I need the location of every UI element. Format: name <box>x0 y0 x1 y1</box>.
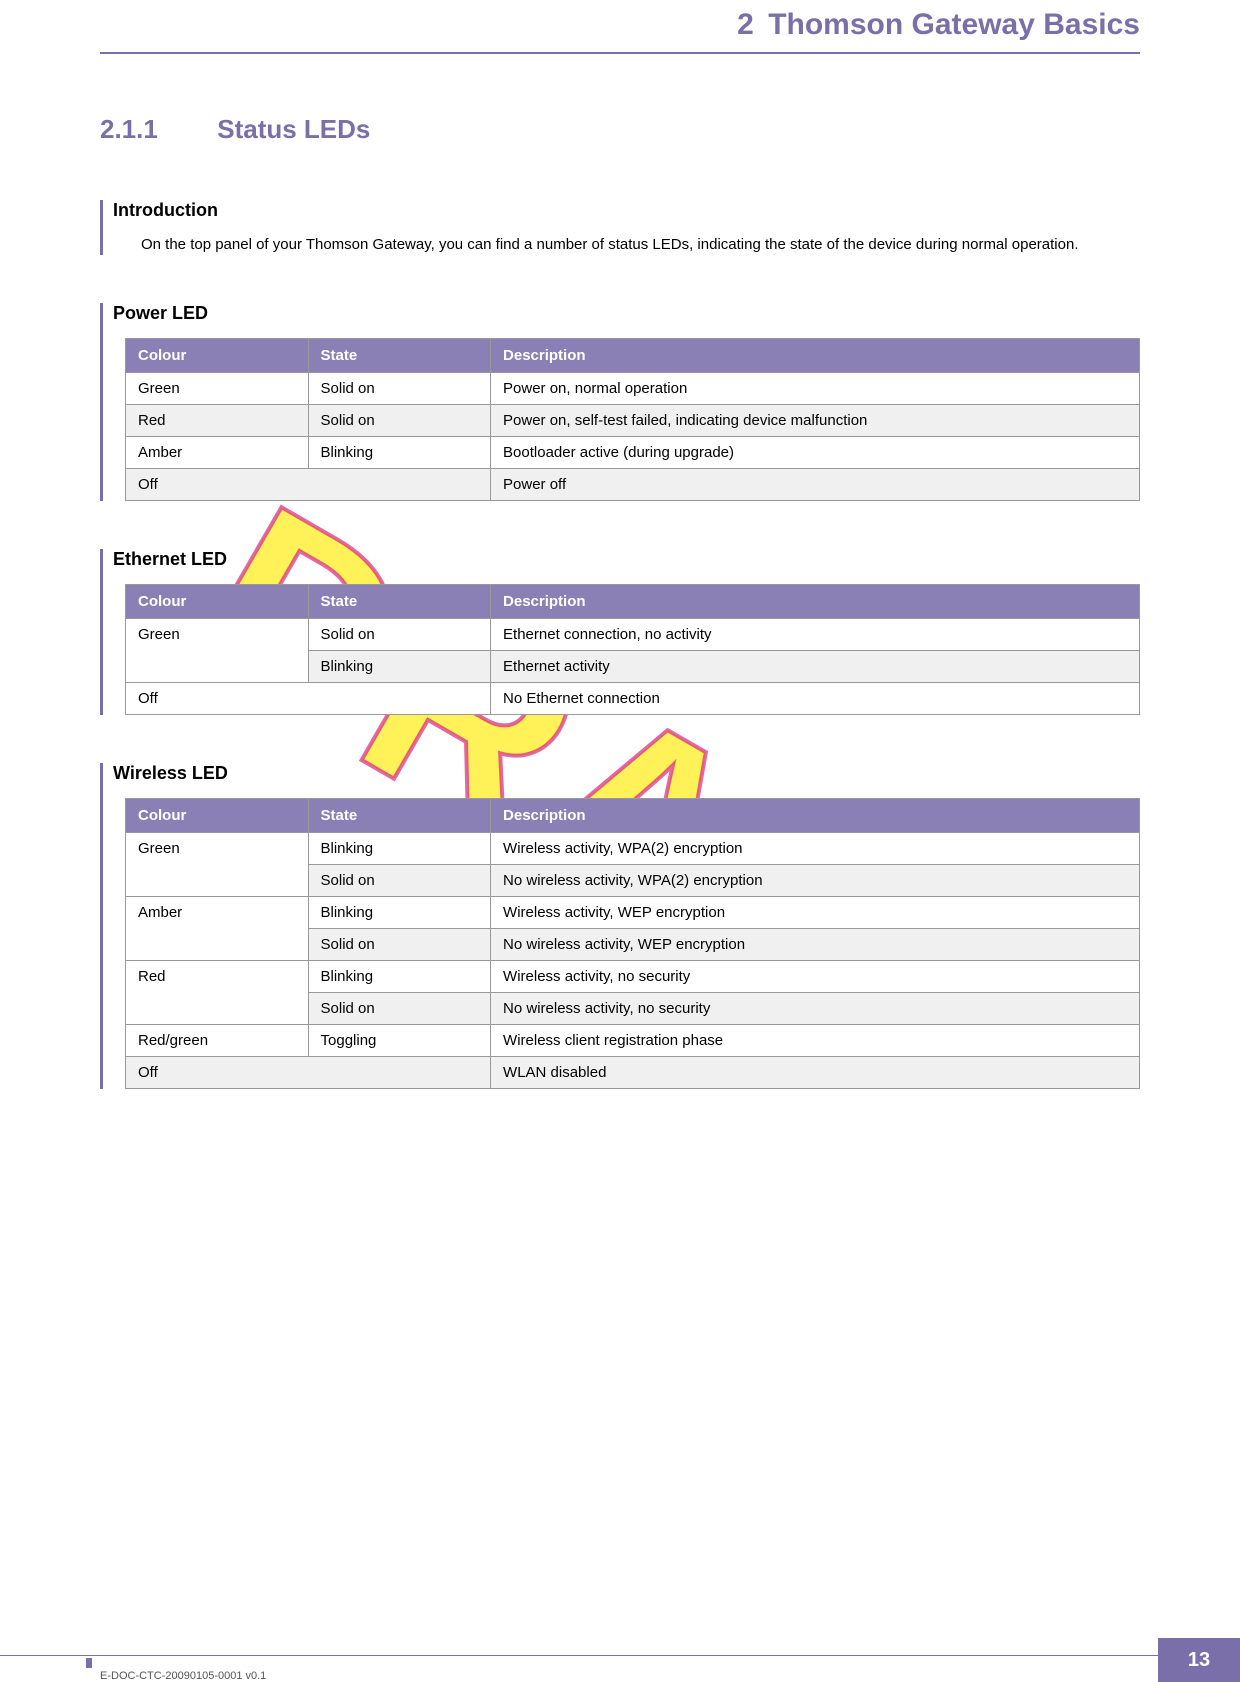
chapter-title: Thomson Gateway Basics <box>768 8 1140 41</box>
cell-state: Blinking <box>308 833 491 865</box>
cell-state: Solid on <box>308 993 491 1025</box>
cell-description: No wireless activity, WPA(2) encryption <box>491 865 1140 897</box>
footer-doc-id: E-DOC-CTC-20090105-0001 v0.1 <box>100 1670 266 1682</box>
table-row: AmberBlinkingWireless activity, WEP encr… <box>126 897 1140 929</box>
table-row: GreenSolid onPower on, normal operation <box>126 373 1140 405</box>
table-heading: Wireless LED <box>103 763 1140 784</box>
footer-tick-icon <box>86 1658 92 1668</box>
table-row: OffWLAN disabled <box>126 1057 1140 1089</box>
table-header-state: State <box>308 799 491 833</box>
led-table: ColourStateDescriptionGreenSolid onPower… <box>125 338 1140 501</box>
cell-description: No wireless activity, no security <box>491 993 1140 1025</box>
table-row: GreenSolid onEthernet connection, no act… <box>126 619 1140 651</box>
led-table-block: Wireless LEDColourStateDescriptionGreenB… <box>100 763 1140 1089</box>
table-row: GreenBlinkingWireless activity, WPA(2) e… <box>126 833 1140 865</box>
chapter-number: 2 <box>737 8 754 41</box>
cell-state: Blinking <box>308 651 491 683</box>
led-table: ColourStateDescriptionGreenSolid onEther… <box>125 584 1140 715</box>
table-header-description: Description <box>491 339 1140 373</box>
led-table: ColourStateDescriptionGreenBlinkingWirel… <box>125 798 1140 1089</box>
table-row: OffPower off <box>126 469 1140 501</box>
cell-colour: Green <box>126 619 309 683</box>
cell-description: WLAN disabled <box>491 1057 1140 1089</box>
cell-colour: Red <box>126 961 309 1025</box>
cell-state: Toggling <box>308 1025 491 1057</box>
section-title: 2.1.1 Status LEDs <box>100 114 1140 145</box>
chapter-header: 2 Thomson Gateway Basics <box>100 0 1140 54</box>
led-table-block: Ethernet LEDColourStateDescriptionGreenS… <box>100 549 1140 715</box>
cell-colour: Off <box>126 1057 491 1089</box>
table-heading: Power LED <box>103 303 1140 324</box>
cell-state: Solid on <box>308 929 491 961</box>
cell-colour: Red/green <box>126 1025 309 1057</box>
cell-colour: Off <box>126 683 491 715</box>
table-header-state: State <box>308 339 491 373</box>
cell-state: Solid on <box>308 619 491 651</box>
cell-colour: Off <box>126 469 491 501</box>
cell-colour: Amber <box>126 897 309 961</box>
intro-block: Introduction On the top panel of your Th… <box>100 200 1140 255</box>
cell-description: Wireless activity, WPA(2) encryption <box>491 833 1140 865</box>
cell-description: Power off <box>491 469 1140 501</box>
table-row: RedSolid onPower on, self-test failed, i… <box>126 405 1140 437</box>
cell-description: No wireless activity, WEP encryption <box>491 929 1140 961</box>
table-header-colour: Colour <box>126 585 309 619</box>
intro-heading: Introduction <box>103 200 1140 221</box>
section-number: 2.1.1 <box>100 114 210 145</box>
cell-state: Blinking <box>308 897 491 929</box>
cell-colour: Green <box>126 833 309 897</box>
cell-colour: Amber <box>126 437 309 469</box>
table-header-colour: Colour <box>126 799 309 833</box>
page-number: 13 <box>1158 1638 1240 1682</box>
cell-description: Power on, self-test failed, indicating d… <box>491 405 1140 437</box>
page-footer: E-DOC-CTC-20090105-0001 v0.1 13 <box>0 1632 1240 1682</box>
cell-description: Ethernet connection, no activity <box>491 619 1140 651</box>
table-row: AmberBlinkingBootloader active (during u… <box>126 437 1140 469</box>
cell-description: Bootloader active (during upgrade) <box>491 437 1140 469</box>
table-header-description: Description <box>491 799 1140 833</box>
cell-state: Solid on <box>308 865 491 897</box>
cell-state: Solid on <box>308 405 491 437</box>
cell-description: Wireless activity, no security <box>491 961 1140 993</box>
table-row: RedBlinkingWireless activity, no securit… <box>126 961 1140 993</box>
cell-description: Ethernet activity <box>491 651 1140 683</box>
section-name: Status LEDs <box>217 114 370 144</box>
cell-state: Blinking <box>308 437 491 469</box>
cell-description: Wireless activity, WEP encryption <box>491 897 1140 929</box>
cell-description: No Ethernet connection <box>491 683 1140 715</box>
cell-state: Solid on <box>308 373 491 405</box>
cell-description: Power on, normal operation <box>491 373 1140 405</box>
cell-colour: Green <box>126 373 309 405</box>
table-header-description: Description <box>491 585 1140 619</box>
table-header-state: State <box>308 585 491 619</box>
table-row: Red/greenTogglingWireless client registr… <box>126 1025 1140 1057</box>
table-row: OffNo Ethernet connection <box>126 683 1140 715</box>
table-header-colour: Colour <box>126 339 309 373</box>
cell-state: Blinking <box>308 961 491 993</box>
led-table-block: Power LEDColourStateDescriptionGreenSoli… <box>100 303 1140 501</box>
cell-colour: Red <box>126 405 309 437</box>
cell-description: Wireless client registration phase <box>491 1025 1140 1057</box>
intro-text: On the top panel of your Thomson Gateway… <box>103 235 1140 255</box>
table-heading: Ethernet LED <box>103 549 1140 570</box>
